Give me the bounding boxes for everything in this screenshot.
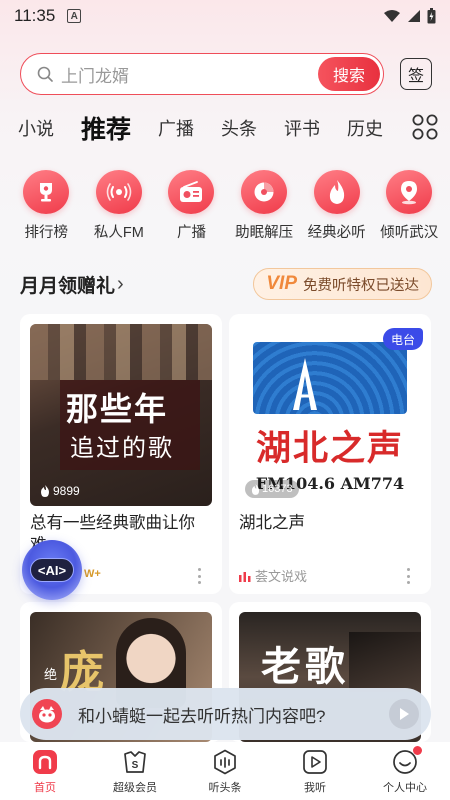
nav-label: 首页 xyxy=(34,782,56,794)
quick-entry-label: 广播 xyxy=(176,225,206,241)
play-count-value: 16373 xyxy=(262,483,293,495)
quick-entry-broadcast[interactable]: 广播 xyxy=(155,170,228,242)
prompt-text: 和小蜻蜓一起去听听热门内容吧? xyxy=(78,706,326,726)
quick-entry-label: 排行榜 xyxy=(24,225,69,241)
card-title: 湖北之声 xyxy=(239,514,305,532)
assistant-prompt-bar[interactable]: 和小蜻蜓一起去听听热门内容吧? xyxy=(20,688,431,740)
flame-icon xyxy=(313,170,360,214)
quick-entry-sleep[interactable]: 助眠解压 xyxy=(228,170,301,242)
card-subtitle-row: 荟文说戏 xyxy=(239,566,307,585)
radio-wave-icon xyxy=(95,170,142,214)
quick-entry-wuhan[interactable]: 倾听武汉 xyxy=(373,170,446,242)
notification-a-icon: A xyxy=(67,9,82,23)
nav-label: 个人中心 xyxy=(383,782,427,794)
card-cover: 湖北之声 FM104.6 AM774 16373 xyxy=(239,324,421,506)
card-subtitle: 荟文说戏 xyxy=(255,569,308,584)
content-card-hubei-voice[interactable]: 湖北之声 FM104.6 AM774 16373 电台 湖北之声 荟文说戏 xyxy=(229,314,431,594)
quick-entry-ranking[interactable]: 排行榜 xyxy=(10,170,83,242)
cover-title-line1: 那些年 xyxy=(66,390,169,428)
category-tabs: 小说 推荐 广播 头条 评书 历史 xyxy=(18,108,438,148)
nav-label: 听头条 xyxy=(208,782,242,794)
vip-badge: VIP xyxy=(266,273,297,294)
nav-label: 我听 xyxy=(304,782,326,794)
status-bar: 11:35 A xyxy=(0,0,450,32)
cover-title-line2: 追过的歌 xyxy=(70,434,174,462)
tab-novel[interactable]: 小说 xyxy=(18,115,54,141)
category-grid-icon[interactable] xyxy=(412,114,438,140)
status-icons xyxy=(383,8,436,24)
vip-benefit-banner[interactable]: VIP 免费听特权已送达 xyxy=(253,268,432,300)
play-count: 9899 xyxy=(40,484,80,498)
radio-icon xyxy=(168,170,215,214)
chevron-right-icon[interactable]: › xyxy=(117,273,124,296)
tab-recommend[interactable]: 推荐 xyxy=(81,110,134,148)
location-icon xyxy=(386,170,433,214)
station-name-cover: 湖北之声 xyxy=(255,428,404,469)
audio-bars-icon xyxy=(239,571,251,582)
wifi-icon xyxy=(384,10,400,22)
nav-label: 超级会员 xyxy=(113,782,157,794)
radio-tag-badge: 电台 xyxy=(382,328,423,350)
tower-icon xyxy=(293,358,317,410)
ai-assistant-button[interactable]: <AI> xyxy=(22,540,82,600)
play-count: 16373 xyxy=(245,480,299,498)
gift-title[interactable]: 月月领赠礼 xyxy=(20,271,115,298)
vip-icon: S xyxy=(124,751,146,773)
bottom-navigation: 首页 S 超级会员 听头条 我听 个人中心 xyxy=(0,742,450,800)
signal-icon xyxy=(408,10,420,22)
quick-entry-classics[interactable]: 经典必听 xyxy=(300,170,373,242)
search-icon xyxy=(37,66,53,82)
cover-side-text: 绝 xyxy=(44,667,58,682)
play-icon[interactable] xyxy=(389,699,419,729)
headline-icon xyxy=(214,749,236,775)
more-options-icon[interactable] xyxy=(198,568,202,584)
tab-history[interactable]: 历史 xyxy=(347,115,383,141)
quick-entry-row: 排行榜 私人FM 广播 助眠解压 经典必听 倾听武汉 xyxy=(10,170,450,242)
battery-icon xyxy=(427,8,436,24)
quick-entry-private-fm[interactable]: 私人FM xyxy=(83,170,156,242)
tab-storytelling[interactable]: 评书 xyxy=(284,115,320,141)
card-title-line1: 总有一些经典歌曲让你 xyxy=(30,514,195,532)
cover-piano xyxy=(349,632,421,692)
card-cover: 那些年 追过的歌 9899 xyxy=(30,324,212,506)
status-time: 11:35 xyxy=(14,6,56,25)
card-badge: W+ xyxy=(84,568,101,580)
quick-entry-label: 倾听武汉 xyxy=(380,225,439,241)
sign-in-button[interactable]: 签 xyxy=(400,58,432,90)
trophy-icon xyxy=(23,170,70,214)
cover-calligraphy: 老歌 xyxy=(261,643,349,690)
vip-benefit-text: 免费听特权已送达 xyxy=(303,277,419,294)
search-row: 上门龙婿 搜索 签 xyxy=(20,52,436,96)
nav-super-vip[interactable]: S 超级会员 xyxy=(90,742,180,800)
nav-profile[interactable]: 个人中心 xyxy=(360,742,450,800)
gift-row: 月月领赠礼 › VIP 免费听特权已送达 xyxy=(20,266,432,302)
nav-headlines[interactable]: 听头条 xyxy=(180,742,270,800)
tab-broadcast[interactable]: 广播 xyxy=(158,115,194,141)
cover-poster-wall xyxy=(30,324,212,380)
play-list-icon xyxy=(303,750,327,774)
station-logo-graphic xyxy=(253,342,407,414)
svg-text:S: S xyxy=(132,760,139,771)
home-icon xyxy=(33,750,57,774)
search-placeholder: 上门龙婿 xyxy=(61,66,129,86)
flame-small-icon xyxy=(41,485,49,497)
search-input[interactable]: 上门龙婿 搜索 xyxy=(20,53,384,95)
quick-entry-label: 助眠解压 xyxy=(235,225,294,241)
flame-small-icon xyxy=(251,483,260,495)
moon-icon xyxy=(241,170,288,214)
quick-entry-label: 私人FM xyxy=(93,225,144,241)
nav-my-listening[interactable]: 我听 xyxy=(270,742,360,800)
play-count-value: 9899 xyxy=(53,484,80,498)
tab-headlines[interactable]: 头条 xyxy=(221,115,257,141)
notification-dot xyxy=(413,746,422,755)
search-button[interactable]: 搜索 xyxy=(318,57,380,91)
ai-label: <AI> xyxy=(30,558,74,582)
more-options-icon[interactable] xyxy=(407,568,411,584)
dragonfly-mascot-icon xyxy=(32,699,62,729)
quick-entry-label: 经典必听 xyxy=(307,225,366,241)
nav-home[interactable]: 首页 xyxy=(0,742,90,800)
